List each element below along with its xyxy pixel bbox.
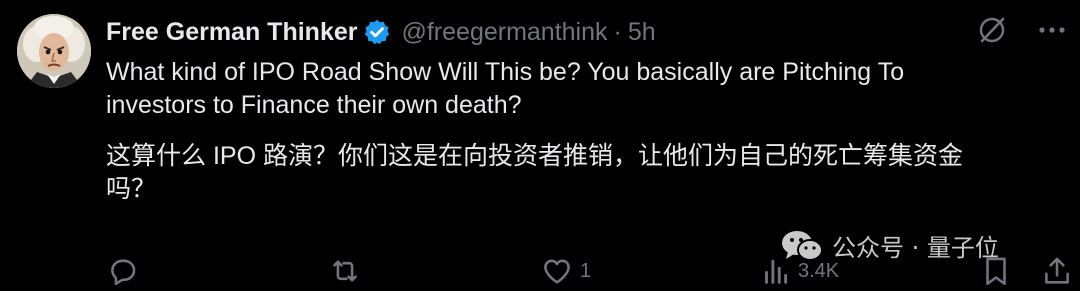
tweet-text-english: What kind of IPO Road Show Will This be?…: [106, 58, 905, 119]
tweet-text-chinese: 这算什么 IPO 路演？你们这是在向投资者推销，让他们为自己的死亡筹集资金 吗？: [106, 142, 963, 203]
repost-button[interactable]: [328, 254, 368, 288]
repost-icon: [333, 260, 357, 282]
handle[interactable]: @freegermanthink: [401, 18, 607, 47]
header-separator: ·: [613, 17, 622, 46]
views-count: 3.4K: [798, 259, 840, 282]
avatar[interactable]: [17, 14, 91, 88]
views-button[interactable]: 3.4K: [758, 254, 839, 288]
display-name[interactable]: Free German Thinker: [106, 18, 357, 47]
bookmark-icon: [986, 257, 1006, 286]
tweet-actions: 1 3.4K: [106, 254, 1069, 290]
views-icon: [765, 259, 788, 284]
reply-button[interactable]: [106, 254, 146, 288]
tweet-top-actions: [976, 14, 1068, 46]
tweet-header: Free German Thinker @freegermanthink · 5…: [106, 14, 656, 50]
reply-icon: [111, 259, 136, 286]
avatar-portrait: [17, 14, 91, 88]
share-button[interactable]: [1040, 254, 1074, 288]
verified-badge-icon: [363, 18, 391, 46]
share-icon: [1045, 257, 1069, 284]
more-icon[interactable]: [1036, 14, 1068, 46]
timestamp[interactable]: 5h: [628, 18, 656, 47]
bookmark-button[interactable]: [979, 254, 1013, 288]
like-count: 1: [580, 259, 592, 282]
grok-icon[interactable]: [976, 14, 1008, 46]
tweet-body: What kind of IPO Road Show Will This be?…: [106, 56, 1066, 206]
like-button[interactable]: 1: [540, 254, 591, 288]
like-icon: [544, 259, 570, 284]
